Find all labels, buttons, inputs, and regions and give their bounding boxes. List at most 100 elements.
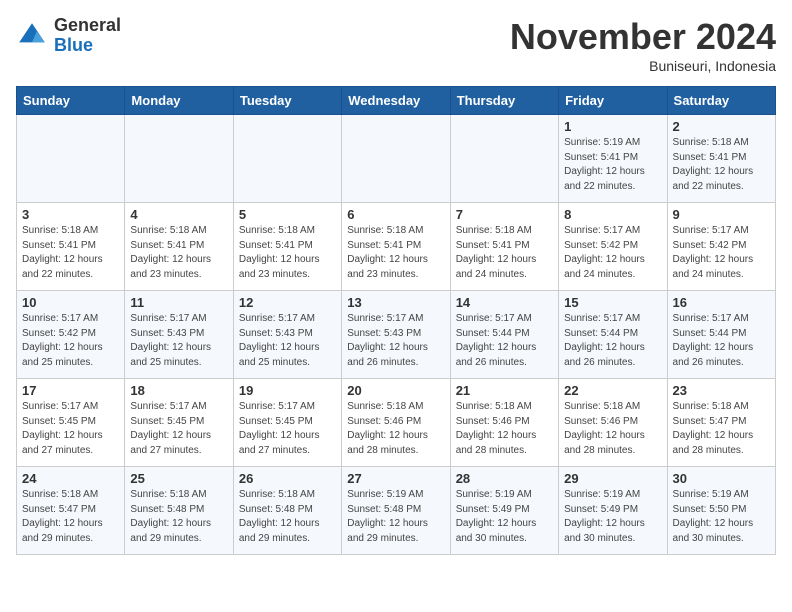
weekday-header-cell: Saturday: [667, 87, 775, 115]
day-number: 9: [673, 207, 770, 222]
weekday-header-cell: Friday: [559, 87, 667, 115]
day-number: 30: [673, 471, 770, 486]
calendar-cell: 5Sunrise: 5:18 AM Sunset: 5:41 PM Daylig…: [233, 203, 341, 291]
day-number: 11: [130, 295, 227, 310]
calendar-week-row: 3 Sunrise: 5:18 AM Sunset: 5:41 PM Daylig…: [17, 203, 776, 291]
calendar-cell: 17Sunrise: 5:17 AM Sunset: 5:45 PM Dayli…: [17, 379, 125, 467]
weekday-header-cell: Thursday: [450, 87, 558, 115]
day-info: Sunrise: 5:18 AM Sunset: 5:47 PM Dayligh…: [22, 488, 119, 546]
calendar-cell: 4 Sunrise: 5:18 AM Sunset: 5:41 PM Daylig…: [125, 203, 233, 291]
day-number: 28: [456, 471, 553, 486]
calendar-cell: 7 Sunrise: 5:18 AM Sunset: 5:41 PM Daylig…: [450, 203, 558, 291]
day-info: Sunrise: 5:18 AM Sunset: 5:46 PM Dayligh…: [564, 400, 661, 458]
weekday-header-cell: Monday: [125, 87, 233, 115]
day-info: Sunrise: 5:18 AM Sunset: 5:48 PM Dayligh…: [239, 488, 336, 546]
day-number: 12: [239, 295, 336, 310]
day-number: 7: [456, 207, 553, 222]
day-number: 2: [673, 119, 770, 134]
day-info: Sunrise: 5:19 AM Sunset: 5:49 PM Dayligh…: [456, 488, 553, 546]
day-number: 1: [564, 119, 661, 134]
calendar-table: SundayMondayTuesdayWednesdayThursdayFrid…: [16, 86, 776, 555]
logo: General Blue: [16, 16, 121, 56]
day-info: Sunrise: 5:18 AM Sunset: 5:41 PM Dayligh…: [673, 136, 770, 194]
day-number: 10: [22, 295, 119, 310]
calendar-cell: [233, 115, 341, 203]
day-number: 4: [130, 207, 227, 222]
day-info: Sunrise: 5:17 AM Sunset: 5:45 PM Dayligh…: [130, 400, 227, 458]
calendar-cell: 6 Sunrise: 5:18 AM Sunset: 5:41 PM Daylig…: [342, 203, 450, 291]
day-number: 14: [456, 295, 553, 310]
calendar-cell: 20 Sunrise: 5:18 AM Sunset: 5:46 PM Dayli…: [342, 379, 450, 467]
calendar-week-row: 17Sunrise: 5:17 AM Sunset: 5:45 PM Dayli…: [17, 379, 776, 467]
day-info: Sunrise: 5:18 AM Sunset: 5:41 PM Dayligh…: [22, 224, 119, 282]
day-info: Sunrise: 5:18 AM Sunset: 5:47 PM Dayligh…: [673, 400, 770, 458]
weekday-header-cell: Tuesday: [233, 87, 341, 115]
day-info: Sunrise: 5:17 AM Sunset: 5:43 PM Dayligh…: [239, 312, 336, 370]
day-info: Sunrise: 5:17 AM Sunset: 5:43 PM Dayligh…: [347, 312, 444, 370]
location: Buniseuri, Indonesia: [510, 58, 776, 74]
day-info: Sunrise: 5:17 AM Sunset: 5:44 PM Dayligh…: [564, 312, 661, 370]
calendar-cell: 22 Sunrise: 5:18 AM Sunset: 5:46 PM Dayli…: [559, 379, 667, 467]
day-number: 16: [673, 295, 770, 310]
day-number: 5: [239, 207, 336, 222]
day-info: Sunrise: 5:17 AM Sunset: 5:45 PM Dayligh…: [239, 400, 336, 458]
day-info: Sunrise: 5:17 AM Sunset: 5:44 PM Dayligh…: [456, 312, 553, 370]
calendar-cell: 16Sunrise: 5:17 AM Sunset: 5:44 PM Dayli…: [667, 291, 775, 379]
calendar-cell: 19 Sunrise: 5:17 AM Sunset: 5:45 PM Dayli…: [233, 379, 341, 467]
calendar-cell: 12 Sunrise: 5:17 AM Sunset: 5:43 PM Dayli…: [233, 291, 341, 379]
day-number: 26: [239, 471, 336, 486]
calendar-cell: 2 Sunrise: 5:18 AM Sunset: 5:41 PM Daylig…: [667, 115, 775, 203]
calendar-cell: 15Sunrise: 5:17 AM Sunset: 5:44 PM Dayli…: [559, 291, 667, 379]
day-info: Sunrise: 5:19 AM Sunset: 5:41 PM Dayligh…: [564, 136, 661, 194]
calendar-cell: [125, 115, 233, 203]
day-info: Sunrise: 5:17 AM Sunset: 5:42 PM Dayligh…: [673, 224, 770, 282]
calendar-cell: 26 Sunrise: 5:18 AM Sunset: 5:48 PM Dayli…: [233, 467, 341, 555]
calendar-cell: 3 Sunrise: 5:18 AM Sunset: 5:41 PM Daylig…: [17, 203, 125, 291]
calendar-cell: 28 Sunrise: 5:19 AM Sunset: 5:49 PM Dayli…: [450, 467, 558, 555]
day-number: 29: [564, 471, 661, 486]
calendar-body: 1 Sunrise: 5:19 AM Sunset: 5:41 PM Daylig…: [17, 115, 776, 555]
calendar-cell: 21 Sunrise: 5:18 AM Sunset: 5:46 PM Dayli…: [450, 379, 558, 467]
day-number: 27: [347, 471, 444, 486]
day-info: Sunrise: 5:17 AM Sunset: 5:45 PM Dayligh…: [22, 400, 119, 458]
day-number: 13: [347, 295, 444, 310]
calendar-cell: [17, 115, 125, 203]
month-title: November 2024: [510, 16, 776, 58]
calendar-cell: 1 Sunrise: 5:19 AM Sunset: 5:41 PM Daylig…: [559, 115, 667, 203]
day-info: Sunrise: 5:18 AM Sunset: 5:41 PM Dayligh…: [456, 224, 553, 282]
calendar-cell: 23 Sunrise: 5:18 AM Sunset: 5:47 PM Dayli…: [667, 379, 775, 467]
day-info: Sunrise: 5:19 AM Sunset: 5:48 PM Dayligh…: [347, 488, 444, 546]
calendar-cell: 10 Sunrise: 5:17 AM Sunset: 5:42 PM Dayli…: [17, 291, 125, 379]
calendar-week-row: 10 Sunrise: 5:17 AM Sunset: 5:42 PM Dayli…: [17, 291, 776, 379]
day-number: 23: [673, 383, 770, 398]
weekday-header-cell: Wednesday: [342, 87, 450, 115]
calendar-cell: 24Sunrise: 5:18 AM Sunset: 5:47 PM Dayli…: [17, 467, 125, 555]
calendar-cell: 8 Sunrise: 5:17 AM Sunset: 5:42 PM Daylig…: [559, 203, 667, 291]
calendar-cell: 9 Sunrise: 5:17 AM Sunset: 5:42 PM Daylig…: [667, 203, 775, 291]
calendar-cell: 27 Sunrise: 5:19 AM Sunset: 5:48 PM Dayli…: [342, 467, 450, 555]
day-info: Sunrise: 5:18 AM Sunset: 5:46 PM Dayligh…: [347, 400, 444, 458]
calendar-cell: 29Sunrise: 5:19 AM Sunset: 5:49 PM Dayli…: [559, 467, 667, 555]
logo-icon: [16, 20, 48, 52]
calendar-cell: 11 Sunrise: 5:17 AM Sunset: 5:43 PM Dayli…: [125, 291, 233, 379]
day-number: 20: [347, 383, 444, 398]
calendar-cell: 14 Sunrise: 5:17 AM Sunset: 5:44 PM Dayli…: [450, 291, 558, 379]
day-number: 6: [347, 207, 444, 222]
day-number: 18: [130, 383, 227, 398]
calendar-cell: 30Sunrise: 5:19 AM Sunset: 5:50 PM Dayli…: [667, 467, 775, 555]
day-info: Sunrise: 5:17 AM Sunset: 5:42 PM Dayligh…: [564, 224, 661, 282]
page-header: General Blue November 2024 Buniseuri, In…: [16, 16, 776, 74]
calendar-cell: 25Sunrise: 5:18 AM Sunset: 5:48 PM Dayli…: [125, 467, 233, 555]
day-number: 8: [564, 207, 661, 222]
calendar-cell: 13 Sunrise: 5:17 AM Sunset: 5:43 PM Dayli…: [342, 291, 450, 379]
day-info: Sunrise: 5:18 AM Sunset: 5:41 PM Dayligh…: [130, 224, 227, 282]
calendar-cell: [450, 115, 558, 203]
day-info: Sunrise: 5:17 AM Sunset: 5:42 PM Dayligh…: [22, 312, 119, 370]
day-info: Sunrise: 5:18 AM Sunset: 5:46 PM Dayligh…: [456, 400, 553, 458]
day-number: 22: [564, 383, 661, 398]
day-number: 21: [456, 383, 553, 398]
day-info: Sunrise: 5:17 AM Sunset: 5:43 PM Dayligh…: [130, 312, 227, 370]
day-info: Sunrise: 5:18 AM Sunset: 5:41 PM Dayligh…: [347, 224, 444, 282]
day-number: 19: [239, 383, 336, 398]
day-number: 3: [22, 207, 119, 222]
